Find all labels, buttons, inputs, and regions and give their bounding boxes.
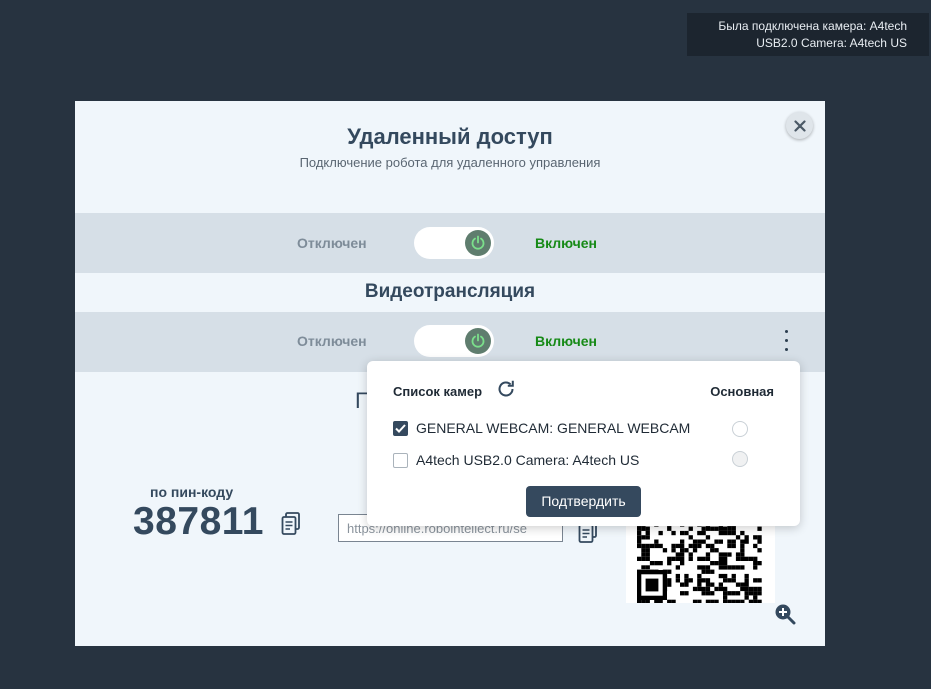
pin-code: 387811	[133, 500, 264, 543]
confirm-button[interactable]: Подтвердить	[526, 486, 641, 517]
main-camera-radio[interactable]	[732, 421, 748, 437]
camera-label: GENERAL WEBCAM: GENERAL WEBCAM	[416, 420, 691, 436]
camera-row: A4tech USB2.0 Camera: A4tech US	[393, 451, 753, 471]
toggle-knob	[465, 328, 491, 354]
video-section-title: Видеотрансляция	[364, 281, 536, 302]
remote-off-label: Отключен	[297, 235, 367, 251]
camera-label: A4tech USB2.0 Camera: A4tech US	[416, 452, 640, 468]
camera-list-title: Список камер	[393, 384, 483, 399]
modal-subtitle: Подключение робота для удаленного управл…	[299, 155, 601, 170]
refresh-icon	[498, 380, 514, 397]
power-icon	[471, 333, 485, 348]
main-camera-column-label: Основная	[710, 384, 774, 399]
video-stream-toggle[interactable]	[414, 325, 494, 357]
camera-checkbox[interactable]	[393, 453, 408, 468]
qr-code-image	[637, 518, 762, 604]
video-on-label: Включен	[535, 333, 597, 349]
video-off-label: Отключен	[297, 333, 367, 349]
toggle-knob	[465, 230, 491, 256]
copy-icon	[281, 512, 300, 535]
camera-list-popup: Список камер Основная GENERAL WEBCAM: GE…	[367, 361, 800, 526]
power-icon	[471, 235, 485, 250]
copy-pin-button[interactable]	[281, 512, 301, 541]
modal-title: Удаленный доступ	[347, 124, 553, 149]
main-camera-radio[interactable]	[732, 451, 748, 467]
remote-on-label: Включен	[535, 235, 597, 251]
remote-access-toggle[interactable]	[414, 227, 494, 259]
zoom-qr-button[interactable]	[774, 603, 796, 630]
refresh-cameras-button[interactable]	[496, 379, 516, 404]
qr-code	[626, 518, 775, 604]
camera-row: GENERAL WEBCAM: GENERAL WEBCAM	[393, 419, 753, 439]
zoom-in-icon	[775, 604, 796, 625]
camera-connected-toast: Была подключена камера: A4tech USB2.0 Ca…	[687, 13, 929, 56]
kebab-menu-icon[interactable]	[782, 330, 790, 354]
camera-checkbox[interactable]	[393, 421, 408, 436]
pin-label: по пин-коду	[150, 484, 234, 500]
toast-line-1: Была подключена камера: A4tech	[718, 19, 907, 33]
toast-line-2: USB2.0 Camera: A4tech US	[756, 36, 907, 50]
check-icon	[395, 424, 406, 433]
